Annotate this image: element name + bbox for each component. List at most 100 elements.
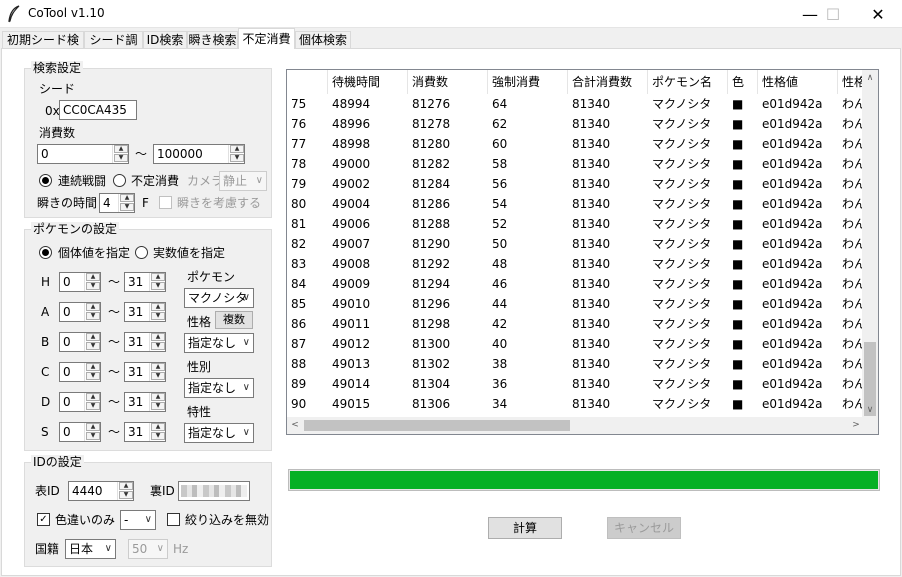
results-table[interactable]: 待機時間 消費数 強制消費 合計消費数 ポケモン名 色 性格値 性格 75 489… xyxy=(286,69,879,435)
scroll-up-icon[interactable]: ∧ xyxy=(862,70,878,86)
iv-b-max-stepper[interactable]: 31 ▲ ▼ xyxy=(124,332,166,352)
spin-up-icon[interactable]: ▲ xyxy=(151,273,165,281)
table-row[interactable]: 75 48994 81276 64 81340 マクノシタ ■ e01d942a わん xyxy=(287,94,866,114)
spin-up-icon[interactable]: ▲ xyxy=(86,333,100,341)
blink-time-stepper[interactable]: 4 ▲ ▼ xyxy=(99,193,135,213)
spin-down-icon[interactable]: ▼ xyxy=(86,282,100,290)
spin-up-icon[interactable]: ▲ xyxy=(151,303,165,311)
tab-seed-adjust[interactable]: シード調整 xyxy=(84,31,143,63)
mode-battle-radio[interactable] xyxy=(39,174,52,187)
column-header-consume[interactable]: 消費数 xyxy=(408,70,488,94)
iv-h-max-stepper[interactable]: 31 ▲ ▼ xyxy=(124,272,166,292)
table-row[interactable]: 77 48998 81280 60 81340 マクノシタ ■ e01d942a わん xyxy=(287,134,866,154)
tab-individual-search[interactable]: 個体検索 xyxy=(295,31,351,49)
table-row[interactable]: 90 49015 81306 34 81340 マクノシタ ■ e01d942a わん xyxy=(287,394,866,414)
table-row[interactable]: 85 49010 81296 44 81340 マクノシタ ■ e01d942a わん xyxy=(287,294,866,314)
spin-up-icon[interactable]: ▲ xyxy=(114,145,128,153)
spin-up-icon[interactable]: ▲ xyxy=(230,145,244,153)
horizontal-scroll-thumb[interactable] xyxy=(304,420,570,431)
iv-a-min-stepper[interactable]: 0 ▲ ▼ xyxy=(59,302,101,322)
vertical-scrollbar[interactable]: ∧ ∨ xyxy=(862,70,878,418)
species-select[interactable]: マクノシタ ∨ xyxy=(184,288,254,308)
consume-min-stepper[interactable]: 0 ▲ ▼ xyxy=(37,144,129,164)
iv-c-max-stepper[interactable]: 31 ▲ ▼ xyxy=(124,362,166,382)
iv-a-max-stepper[interactable]: 31 ▲ ▼ xyxy=(124,302,166,322)
spin-up-icon[interactable]: ▲ xyxy=(119,482,133,490)
spin-up-icon[interactable]: ▲ xyxy=(151,363,165,371)
calculate-button[interactable]: 計算 xyxy=(488,517,562,539)
camera-select[interactable]: 静止 ∨ xyxy=(219,171,267,191)
spin-down-icon[interactable]: ▼ xyxy=(114,154,128,162)
spin-down-icon[interactable]: ▼ xyxy=(86,402,100,410)
region-select[interactable]: 日本 ∨ xyxy=(65,539,116,559)
spin-down-icon[interactable]: ▼ xyxy=(151,342,165,350)
maximize-button[interactable]: ☐ xyxy=(810,0,856,28)
cancel-button[interactable]: キャンセル xyxy=(607,517,681,539)
spin-up-icon[interactable]: ▲ xyxy=(151,393,165,401)
table-row[interactable]: 84 49009 81294 46 81340 マクノシタ ■ e01d942a わん xyxy=(287,274,866,294)
scroll-left-icon[interactable]: < xyxy=(287,417,303,434)
scroll-down-icon[interactable]: ∨ xyxy=(862,402,878,418)
column-header-shiny[interactable]: 色 xyxy=(728,70,758,94)
spin-down-icon[interactable]: ▼ xyxy=(86,372,100,380)
shiny-only-checkbox[interactable]: ✓ xyxy=(37,513,50,526)
spin-down-icon[interactable]: ▼ xyxy=(151,432,165,440)
iv-s-min-stepper[interactable]: 0 ▲ ▼ xyxy=(59,422,101,442)
consume-max-stepper[interactable]: 100000 ▲ ▼ xyxy=(153,144,245,164)
spin-up-icon[interactable]: ▲ xyxy=(86,363,100,371)
spin-down-icon[interactable]: ▼ xyxy=(86,312,100,320)
table-row[interactable]: 87 49012 81300 40 81340 マクノシタ ■ e01d942a わん xyxy=(287,334,866,354)
table-row[interactable]: 89 49014 81304 36 81340 マクノシタ ■ e01d942a わん xyxy=(287,374,866,394)
column-header-pokemon[interactable]: ポケモン名 xyxy=(648,70,728,94)
table-row[interactable]: 78 49000 81282 58 81340 マクノシタ ■ e01d942a わん xyxy=(287,154,866,174)
nature-select[interactable]: 指定なし ∨ xyxy=(184,333,254,353)
iv-h-min-stepper[interactable]: 0 ▲ ▼ xyxy=(59,272,101,292)
spin-up-icon[interactable]: ▲ xyxy=(120,194,134,202)
tab-blink-search[interactable]: 瞬き検索 xyxy=(187,31,238,49)
table-row[interactable]: 86 49011 81298 42 81340 マクノシタ ■ e01d942a わん xyxy=(287,314,866,334)
spin-down-icon[interactable]: ▼ xyxy=(151,372,165,380)
spin-down-icon[interactable]: ▼ xyxy=(151,402,165,410)
table-row[interactable]: 81 49006 81288 52 81340 マクノシタ ■ e01d942a わん xyxy=(287,214,866,234)
gender-select[interactable]: 指定なし ∨ xyxy=(184,378,254,398)
column-header-total[interactable]: 合計消費数 xyxy=(568,70,648,94)
sid-input-obscured[interactable] xyxy=(178,481,250,501)
table-row[interactable]: 76 48996 81278 62 81340 マクノシタ ■ e01d942a わん xyxy=(287,114,866,134)
hz-select[interactable]: 50 ∨ xyxy=(128,539,168,559)
column-header-index[interactable] xyxy=(287,70,328,94)
table-row[interactable]: 80 49004 81286 54 81340 マクノシタ ■ e01d942a わん xyxy=(287,194,866,214)
tab-indefinite-consume[interactable]: 不定消費 xyxy=(238,28,295,49)
close-button[interactable]: ✕ xyxy=(855,0,901,28)
table-row[interactable]: 83 49008 81292 48 81340 マクノシタ ■ e01d942a わん xyxy=(287,254,866,274)
spin-down-icon[interactable]: ▼ xyxy=(151,282,165,290)
horizontal-scrollbar[interactable]: < > xyxy=(287,417,864,434)
spin-down-icon[interactable]: ▼ xyxy=(86,432,100,440)
spin-up-icon[interactable]: ▲ xyxy=(151,423,165,431)
column-header-forced[interactable]: 強制消費 xyxy=(488,70,568,94)
spin-down-icon[interactable]: ▼ xyxy=(151,312,165,320)
table-row[interactable]: 88 49013 81302 38 81340 マクノシタ ■ e01d942a わん xyxy=(287,354,866,374)
spin-up-icon[interactable]: ▲ xyxy=(86,273,100,281)
stat-mode-radio[interactable] xyxy=(135,246,148,259)
iv-d-min-stepper[interactable]: 0 ▲ ▼ xyxy=(59,392,101,412)
shiny-type-select[interactable]: - ∨ xyxy=(120,510,156,530)
spin-up-icon[interactable]: ▲ xyxy=(86,303,100,311)
table-row[interactable]: 82 49007 81290 50 81340 マクノシタ ■ e01d942a わん xyxy=(287,234,866,254)
table-row[interactable]: 79 49002 81284 56 81340 マクノシタ ■ e01d942a わん xyxy=(287,174,866,194)
spin-up-icon[interactable]: ▲ xyxy=(151,333,165,341)
nature-multi-button[interactable]: 複数 xyxy=(215,311,253,329)
tid-stepper[interactable]: 4440 ▲ ▼ xyxy=(68,481,134,501)
mode-indefinite-radio[interactable] xyxy=(113,174,126,187)
column-header-pid[interactable]: 性格値 xyxy=(758,70,838,94)
spin-down-icon[interactable]: ▼ xyxy=(120,203,134,211)
iv-b-min-stepper[interactable]: 0 ▲ ▼ xyxy=(59,332,101,352)
spin-down-icon[interactable]: ▼ xyxy=(230,154,244,162)
iv-s-max-stepper[interactable]: 31 ▲ ▼ xyxy=(124,422,166,442)
iv-d-max-stepper[interactable]: 31 ▲ ▼ xyxy=(124,392,166,412)
spin-up-icon[interactable]: ▲ xyxy=(86,423,100,431)
ability-select[interactable]: 指定なし ∨ xyxy=(184,423,254,443)
spin-up-icon[interactable]: ▲ xyxy=(86,393,100,401)
disable-filter-checkbox[interactable] xyxy=(167,513,180,526)
iv-mode-radio[interactable] xyxy=(39,246,52,259)
iv-c-min-stepper[interactable]: 0 ▲ ▼ xyxy=(59,362,101,382)
